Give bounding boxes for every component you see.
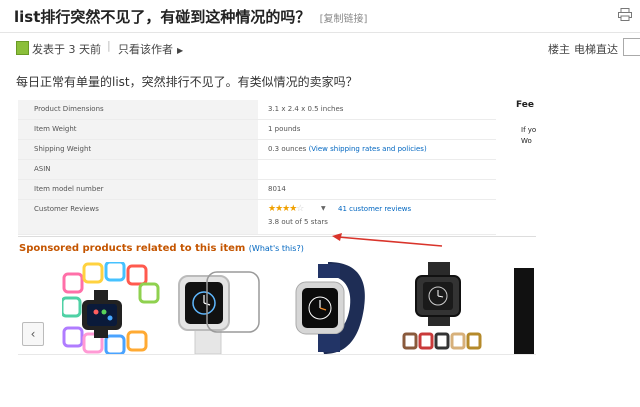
sponsored-title: Sponsored products related to this item (19, 243, 246, 254)
row-label: Customer Reviews (18, 200, 258, 234)
author-only-link[interactable]: 只看该作者 ▶ (118, 41, 183, 57)
product-image-bumpers[interactable] (62, 262, 162, 354)
jump-to-floor-label: 电梯直达 (574, 43, 618, 56)
carousel-bottom-border (18, 354, 536, 355)
row-label: ASIN (18, 160, 258, 179)
post-time: 发表于 3 天前 (32, 43, 101, 56)
chevron-left-icon: ‹ (30, 327, 36, 341)
carousel-prev-button[interactable]: ‹ (22, 322, 44, 346)
thread-title-text: list排行突然不见了，有碰到这种情况的吗？ (14, 8, 311, 26)
product-details-table: Product Dimensions 3.1 x 2.4 x 0.5 inche… (18, 100, 496, 235)
section-divider (18, 236, 536, 237)
customer-reviews-link[interactable]: 41 customer reviews (338, 205, 411, 213)
printer-icon[interactable] (618, 8, 632, 21)
author-only-label: 只看该作者 (118, 43, 173, 56)
product-image-rugged-case[interactable] (398, 262, 494, 354)
row-value: 0.3 ounces (View shipping rates and poli… (268, 140, 427, 159)
row-label: Item Weight (18, 120, 258, 139)
table-row: ASIN (18, 160, 496, 180)
shipping-rates-link[interactable]: (View shipping rates and policies) (309, 145, 427, 153)
post-content: 每日正常有单量的list，突然排行不见了。有类似情况的卖家吗？ (16, 75, 358, 89)
row-value: 1 pounds (268, 125, 301, 133)
meta-divider: | (107, 39, 111, 52)
table-row: Product Dimensions 3.1 x 2.4 x 0.5 inche… (18, 100, 496, 120)
row-label: Product Dimensions (18, 100, 258, 119)
star-rating[interactable]: ★★★★☆ (268, 204, 304, 214)
product-image-leather-loop[interactable] (290, 262, 374, 354)
sponsored-heading: Sponsored products related to this item … (19, 243, 304, 254)
whats-this-link[interactable]: (What's this?) (249, 244, 304, 253)
annotation-arrow (332, 233, 443, 247)
copy-link[interactable]: [复制链接] (320, 14, 368, 25)
table-row: Item Weight 1 pounds (18, 120, 496, 140)
side-panel-line: If yo (521, 126, 537, 134)
table-row: Item model number 8014 (18, 180, 496, 200)
product-image-partial[interactable] (514, 268, 534, 354)
row-label: Item model number (18, 180, 258, 199)
thread-title: list排行突然不见了，有碰到这种情况的吗？ [复制链接] (14, 6, 367, 27)
product-image-clear-case[interactable] (173, 262, 265, 354)
chevron-down-icon[interactable]: ▼ (321, 205, 326, 212)
side-panel-heading: Fee (516, 100, 534, 110)
floor-label: 楼主 (548, 43, 570, 56)
rating-text: 3.8 out of 5 stars (268, 218, 328, 226)
row-label: Shipping Weight (18, 140, 258, 159)
table-row: Shipping Weight 0.3 ounces (View shippin… (18, 140, 496, 160)
post-meta: 发表于 3 天前 | 只看该作者 ▶ 楼主 电梯直达 (0, 36, 640, 60)
online-status-icon (16, 41, 29, 55)
row-value: 8014 (268, 185, 286, 193)
play-arrow-icon: ▶ (177, 46, 184, 55)
side-panel-line: Wo (521, 137, 532, 145)
shipping-weight-value: 0.3 ounces (268, 145, 307, 153)
row-value: 3.1 x 2.4 x 0.5 inches (268, 105, 344, 113)
thread-header: list排行突然不见了，有碰到这种情况的吗？ [复制链接] (0, 0, 640, 33)
side-panel-fragment: Fee If yo Wo (516, 100, 536, 145)
jump-to-floor-input[interactable] (623, 38, 640, 56)
